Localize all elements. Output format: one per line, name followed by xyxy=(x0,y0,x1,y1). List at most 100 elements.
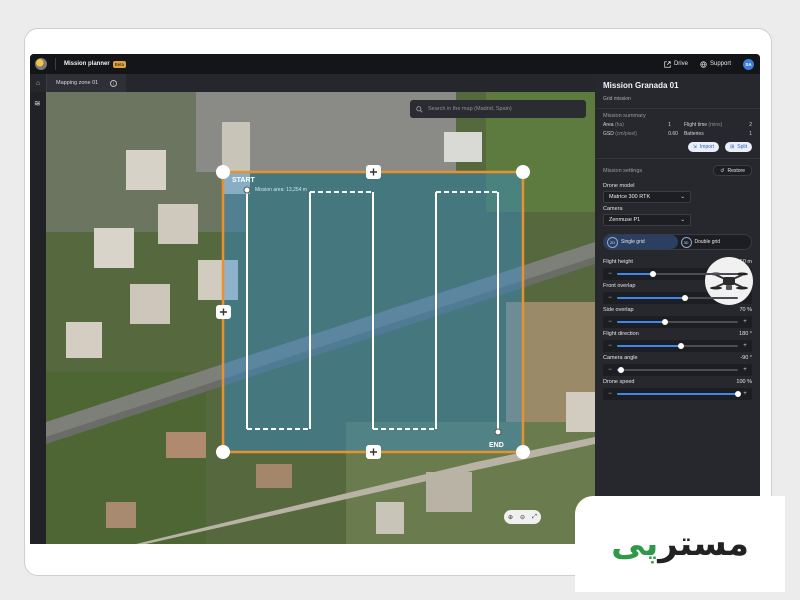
slider-track[interactable] xyxy=(617,343,738,349)
plus-icon[interactable]: + xyxy=(742,391,748,397)
satellite-map[interactable]: START Mission area: 13,254 m END Search … xyxy=(46,92,595,544)
restore-button[interactable]: ↺ Restore xyxy=(713,165,752,176)
batteries-value: 1 xyxy=(749,131,752,137)
add-vertex-handle[interactable] xyxy=(366,445,381,459)
single-grid-label: Single grid xyxy=(621,239,645,245)
side-overlap-setting: Side overlap 70 % − + xyxy=(595,304,760,328)
corner-handle[interactable] xyxy=(516,165,530,179)
slider-track[interactable] xyxy=(617,271,738,277)
minus-icon[interactable]: − xyxy=(607,271,613,277)
drive-link[interactable]: Drive xyxy=(664,60,688,68)
home-icon[interactable]: ⌂ xyxy=(30,74,46,92)
minus-icon[interactable]: − xyxy=(607,367,613,373)
globe-icon xyxy=(700,60,707,68)
plus-icon[interactable]: + xyxy=(742,319,748,325)
slider-track[interactable] xyxy=(617,367,738,373)
top-actions: Drive Support SA xyxy=(664,58,754,70)
search-input[interactable]: Search in the map (Madrid, Spain) xyxy=(428,106,512,112)
slider-thumb[interactable] xyxy=(617,367,624,373)
drone-model-label: Drone model xyxy=(603,183,635,189)
plus-icon[interactable]: + xyxy=(742,367,748,373)
avatar[interactable]: SA xyxy=(743,58,754,70)
import-button[interactable]: ⇲ Import xyxy=(687,142,720,152)
minus-icon[interactable]: − xyxy=(607,295,613,301)
corner-handle[interactable] xyxy=(516,445,530,459)
left-rail: ≋ xyxy=(30,92,46,544)
flight-direction-slider[interactable]: − + xyxy=(603,340,752,352)
beta-badge: Beta xyxy=(112,60,126,68)
mission-panel: Mission Granada 01 Grid mission Mission … xyxy=(595,74,760,544)
chevron-down-icon: ⌄ xyxy=(680,194,685,200)
tab-label: Mapping zone 01 xyxy=(56,80,99,86)
search-icon xyxy=(416,105,423,113)
start-label: START xyxy=(232,177,256,184)
slider-value: 100 % xyxy=(736,379,752,385)
slider-value: 180 ° xyxy=(739,331,752,337)
fit-view-icon[interactable]: ⤢ xyxy=(532,514,537,521)
mission-summary: Area (ha) 1 Flight time (mins) 2 GSD (cm… xyxy=(595,122,760,137)
app-logo[interactable] xyxy=(35,58,47,70)
app-window: Mission planner Beta Drive Support SA ⌂ … xyxy=(30,54,760,544)
summary-actions: ⇲ Import ⊞ Split xyxy=(595,137,760,159)
start-marker[interactable] xyxy=(243,186,251,194)
corner-handle[interactable] xyxy=(216,165,230,179)
split-icon: ⊞ xyxy=(730,144,735,150)
end-marker[interactable] xyxy=(494,428,502,436)
camera-value: Zenmuse P1 xyxy=(609,217,641,223)
add-vertex-handle[interactable] xyxy=(366,165,381,179)
drone-model-select[interactable]: Matrice 300 RTK ⌄ xyxy=(603,191,691,203)
external-link-icon xyxy=(664,60,671,68)
slider-track[interactable] xyxy=(617,319,738,325)
zoom-out-icon[interactable]: ⊖ xyxy=(520,514,525,521)
slider-value: 70 % xyxy=(739,307,752,313)
minus-icon[interactable]: − xyxy=(607,343,613,349)
end-label: END xyxy=(489,442,504,449)
camera-angle-slider[interactable]: − + xyxy=(603,364,752,376)
area-label: Area (ha) xyxy=(603,122,624,128)
slider-header: Drone speed 100 % xyxy=(603,379,752,385)
slider-thumb[interactable] xyxy=(681,295,688,301)
camera-select[interactable]: Zenmuse P1 ⌄ xyxy=(603,214,691,226)
slider-thumb[interactable] xyxy=(735,391,741,397)
map-zoom-controls: ⊕ ⊖ ⤢ xyxy=(504,510,541,524)
split-button[interactable]: ⊞ Split xyxy=(725,142,752,152)
map-canvas[interactable]: START Mission area: 13,254 m END xyxy=(46,92,595,544)
slider-fill xyxy=(617,297,685,299)
slider-label: Side overlap xyxy=(603,307,634,313)
slider-value: -90 ° xyxy=(740,355,752,361)
corner-handle[interactable] xyxy=(216,445,230,459)
plus-icon[interactable]: + xyxy=(742,343,748,349)
support-link[interactable]: Support xyxy=(700,60,731,68)
tab-mapping-zone[interactable]: Mapping zone 01 i xyxy=(46,74,127,92)
mission-type: Grid mission xyxy=(603,96,631,102)
zoom-in-icon[interactable]: ⊕ xyxy=(508,514,513,521)
mission-area-label: Mission area: 13,254 m xyxy=(255,187,307,193)
drive-label: Drive xyxy=(673,61,688,67)
slider-track[interactable] xyxy=(617,295,738,301)
chevron-down-icon: ⌄ xyxy=(680,217,685,223)
2d-badge: 2D xyxy=(607,236,618,248)
slider-label: Drone speed xyxy=(603,379,635,385)
double-grid-option[interactable]: 3D Double grid xyxy=(678,235,752,249)
minus-icon[interactable]: − xyxy=(607,319,613,325)
flight-time-value: 2 xyxy=(749,122,752,128)
slider-thumb[interactable] xyxy=(678,343,685,349)
map-search[interactable]: Search in the map (Madrid, Spain) xyxy=(410,100,586,118)
import-icon: ⇲ xyxy=(692,144,697,150)
drone-speed-slider[interactable]: − + xyxy=(603,388,752,400)
slider-label: Camera angle xyxy=(603,355,638,361)
slider-thumb[interactable] xyxy=(650,271,657,277)
side-overlap-slider[interactable]: − + xyxy=(603,316,752,328)
slider-fill xyxy=(617,393,738,395)
single-grid-option[interactable]: 2D Single grid xyxy=(604,235,678,249)
camera-angle-setting: Camera angle -90 ° − + xyxy=(595,352,760,376)
tab-bar: ⌂ Mapping zone 01 i xyxy=(30,74,595,92)
add-vertex-handle[interactable] xyxy=(216,305,231,319)
layers-icon[interactable]: ≋ xyxy=(34,99,41,108)
minus-icon[interactable]: − xyxy=(607,391,613,397)
info-icon[interactable]: i xyxy=(110,79,118,87)
slider-thumb[interactable] xyxy=(662,319,669,325)
slider-track[interactable] xyxy=(617,391,741,397)
batteries-label: Batteries xyxy=(683,131,704,137)
support-label: Support xyxy=(709,61,731,67)
